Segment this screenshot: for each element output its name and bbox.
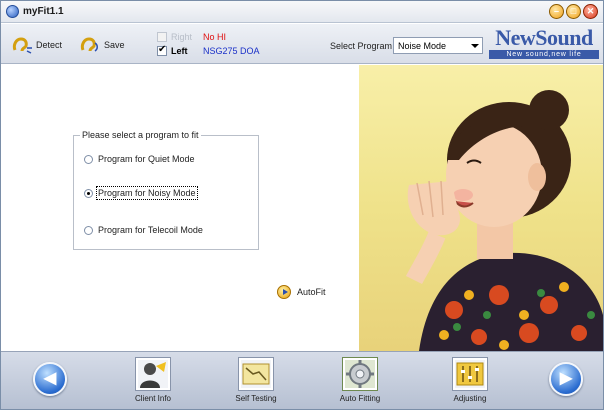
- logo-wordmark: NewSound: [495, 25, 593, 50]
- title-bar: myFit1.1 – □ ✕: [1, 1, 603, 23]
- right-ear-device: No HI: [203, 32, 227, 42]
- close-icon: ✕: [586, 6, 595, 16]
- adjusting-icon: [452, 357, 488, 391]
- next-button[interactable]: ▶: [549, 362, 583, 396]
- step-label: Client Info: [134, 394, 172, 403]
- program-select[interactable]: Noise Mode: [393, 37, 483, 54]
- step-client-info[interactable]: Client Info: [118, 357, 188, 409]
- minimize-button[interactable]: –: [549, 4, 564, 19]
- radio-quiet[interactable]: [84, 154, 93, 164]
- detect-button[interactable]: Detect: [11, 36, 62, 54]
- left-ear-label: Left: [171, 46, 188, 56]
- auto-fitting-icon: [342, 357, 378, 391]
- step-auto-fitting[interactable]: Auto Fitting: [325, 357, 395, 409]
- arrow-left-icon: ◀: [43, 370, 57, 387]
- left-ear-checkbox[interactable]: [157, 44, 167, 56]
- right-ear-label: Right: [171, 32, 193, 42]
- self-testing-icon: [238, 357, 274, 391]
- left-ear-row: Left NSG275 DOA: [157, 44, 260, 56]
- program-groupbox: Please select a program to fit Program f…: [73, 130, 259, 250]
- detect-label: Detect: [36, 40, 63, 50]
- right-ear-checkbox[interactable]: [157, 32, 167, 42]
- program-select-value: Noise Mode: [398, 41, 447, 51]
- chevron-down-icon: [471, 44, 479, 48]
- program-option-label: Program for Noisy Mode: [96, 186, 198, 200]
- arrow-right-icon: ▶: [559, 370, 573, 387]
- left-ear-device: NSG275 DOA: [203, 46, 260, 56]
- step-label: Adjusting: [453, 394, 487, 403]
- logo-tagline: New sound,new life: [489, 50, 599, 59]
- minimize-icon: –: [553, 6, 559, 16]
- save-label: Save: [104, 40, 125, 50]
- program-option-telecoil[interactable]: Program for Telecoil Mode: [84, 225, 203, 235]
- step-self-testing[interactable]: Self Testing: [221, 357, 291, 409]
- program-option-quiet[interactable]: Program for Quiet Mode: [84, 154, 195, 164]
- client-info-icon: [135, 357, 171, 391]
- step-adjusting[interactable]: Adjusting: [435, 357, 505, 409]
- maximize-button[interactable]: □: [566, 4, 581, 19]
- previous-button[interactable]: ◀: [33, 362, 67, 396]
- hearing-aid-save-icon: [80, 37, 98, 52]
- hero-photo: [359, 65, 603, 351]
- toolbar: Detect Save Right No HI Left NSG275 DOA …: [1, 24, 603, 64]
- app-window: myFit1.1 – □ ✕ Detect Save Right No HI ✔…: [0, 0, 604, 410]
- program-group-title: Please select a program to fit: [80, 130, 201, 140]
- bottom-nav-bar: ◀ Client Info Self Testing Auto Fitting …: [1, 351, 603, 409]
- step-label: Self Testing: [235, 394, 277, 403]
- main-panel: Please select a program to fit Program f…: [1, 65, 603, 351]
- save-button[interactable]: Save: [79, 36, 125, 54]
- window-title: myFit1.1: [23, 6, 64, 17]
- select-program-label: Select Program: [330, 41, 393, 51]
- right-ear-row: Right No HI: [157, 32, 226, 42]
- radio-telecoil[interactable]: [84, 225, 93, 235]
- program-option-noisy[interactable]: Program for Noisy Mode: [84, 186, 198, 200]
- autofit-button[interactable]: AutoFit: [277, 285, 326, 299]
- girl-calling-illustration: [405, 90, 603, 351]
- autofit-label: AutoFit: [297, 287, 326, 297]
- program-option-label: Program for Telecoil Mode: [98, 225, 203, 235]
- app-icon: [6, 5, 19, 18]
- close-button[interactable]: ✕: [583, 4, 598, 19]
- play-icon: [277, 285, 291, 299]
- maximize-icon: □: [570, 6, 577, 16]
- program-option-label: Program for Quiet Mode: [98, 154, 195, 164]
- brand-logo: NewSound New sound,new life: [489, 26, 599, 62]
- radio-noisy[interactable]: [84, 188, 93, 198]
- hearing-aid-detect-icon: [12, 37, 32, 54]
- step-label: Auto Fitting: [339, 394, 381, 403]
